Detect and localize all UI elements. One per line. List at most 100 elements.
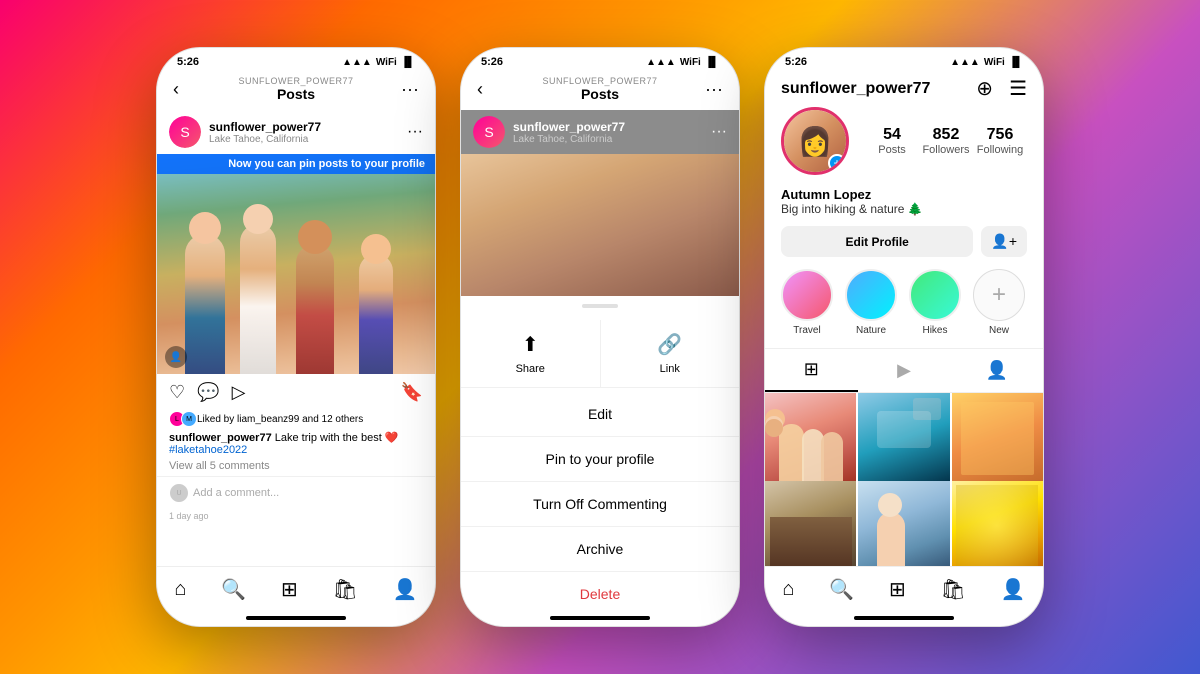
status-time-3: 5:26 — [785, 56, 807, 68]
home-indicator-1 — [246, 616, 346, 620]
back-button-1[interactable]: ‹ — [173, 79, 179, 100]
post-image-1: Now you can pin posts to your profile 👤 — [157, 154, 435, 374]
phone-3: 5:26 ▲▲▲ WiFi ▐▌ sunflower_power77 ⊕ ☰ 👩… — [764, 47, 1044, 627]
back-button-2[interactable]: ‹ — [477, 79, 483, 100]
nav-search-3[interactable]: 🔍 — [829, 577, 854, 602]
nav-profile-3[interactable]: 👤 — [1001, 577, 1026, 602]
signal-icon-2: ▲▲▲ — [646, 57, 676, 68]
status-time-2: 5:26 — [481, 56, 503, 68]
status-bar-2: 5:26 ▲▲▲ WiFi ▐▌ — [461, 48, 739, 72]
phone2-content: 5:26 ▲▲▲ WiFi ▐▌ ‹ SUNFLOWER_POWER77 Pos… — [461, 48, 739, 626]
caption-hashtag-1[interactable]: #laketahoe2022 — [169, 444, 423, 456]
bio-text-3: Big into hiking & nature 🌲 — [781, 202, 1027, 216]
post-user-info-1: sunflower_power77 Lake Tahoe, California — [209, 120, 399, 145]
sheet-top-row-2: ⬆ Share 🔗 Link — [461, 320, 739, 388]
edit-profile-button-3[interactable]: Edit Profile — [781, 226, 973, 257]
nav-title-block-1: SUNFLOWER_POWER77 Posts — [238, 76, 353, 102]
signal-icon-3: ▲▲▲ — [950, 57, 980, 68]
photo-grid-3 — [765, 393, 1043, 566]
tab-grid-3[interactable]: ⊞ — [765, 349, 858, 392]
sheet-archive-button[interactable]: Archive — [461, 527, 739, 572]
more-button-1[interactable]: ··· — [401, 79, 419, 100]
phone-2: 5:26 ▲▲▲ WiFi ▐▌ ‹ SUNFLOWER_POWER77 Pos… — [460, 47, 740, 627]
tab-tagged-3[interactable]: 👤 — [950, 349, 1043, 392]
bio-name-3: Autumn Lopez — [781, 187, 1027, 202]
avatar-plus-icon[interactable]: + — [828, 154, 846, 172]
add-post-icon-3[interactable]: ⊕ — [976, 76, 993, 101]
like-icon-1[interactable]: ♡ — [169, 382, 185, 403]
stat-following-3[interactable]: 756 Following — [973, 126, 1027, 156]
signal-icon-1: ▲▲▲ — [342, 57, 372, 68]
profile-avatar-3[interactable]: 👩 + — [781, 107, 849, 175]
post-location-2: Lake Tahoe, California — [513, 134, 703, 145]
post-more-1[interactable]: ··· — [407, 123, 423, 141]
sheet-delete-button[interactable]: Delete — [461, 572, 739, 616]
modal-image-2 — [461, 154, 739, 296]
post-avatar-1[interactable]: S — [169, 116, 201, 148]
grid-item-5[interactable] — [858, 481, 949, 567]
story-hikes-3[interactable]: Hikes — [909, 269, 961, 336]
stat-followers-3[interactable]: 852 Followers — [919, 126, 973, 156]
share-icon-1[interactable]: ▷ — [232, 382, 246, 403]
nav-reels-3[interactable]: ⊞ — [889, 577, 906, 602]
nav-shop-1[interactable]: 🛍 — [333, 577, 358, 602]
view-comments-1[interactable]: View all 5 comments — [157, 460, 435, 476]
post-header-2: S sunflower_power77 Lake Tahoe, Californ… — [461, 110, 739, 154]
liked-by-1: L M Liked by liam_beanz99 and 12 others — [157, 411, 435, 431]
nav-home-3[interactable]: ⌂ — [782, 578, 794, 601]
comment-icon-1[interactable]: 💬 — [197, 382, 219, 403]
nav-search-1[interactable]: 🔍 — [221, 577, 246, 602]
profile-stats-row-3: 👩 + 54 Posts 852 Followers 756 Following — [765, 107, 1043, 187]
sheet-commenting-button[interactable]: Turn Off Commenting — [461, 482, 739, 527]
status-icons-2: ▲▲▲ WiFi ▐▌ — [646, 57, 719, 68]
sheet-pin-button[interactable]: Pin to your profile — [461, 437, 739, 482]
story-circle-hikes-3 — [909, 269, 961, 321]
post-more-2: ··· — [711, 123, 727, 141]
discover-icon-3: 👤+ — [991, 233, 1017, 249]
nav-header-1: ‹ SUNFLOWER_POWER77 Posts ··· — [157, 72, 435, 110]
story-travel-3[interactable]: Travel — [781, 269, 833, 336]
story-new-3[interactable]: + New — [973, 269, 1025, 336]
sheet-link-label: Link — [660, 363, 680, 375]
nav-shop-3[interactable]: 🛍 — [941, 577, 966, 602]
menu-icon-3[interactable]: ☰ — [1009, 76, 1027, 101]
sheet-share-label: Share — [516, 363, 545, 375]
story-nature-3[interactable]: Nature — [845, 269, 897, 336]
status-bar-1: 5:26 ▲▲▲ WiFi ▐▌ — [157, 48, 435, 72]
profile-bio-3: Autumn Lopez Big into hiking & nature 🌲 — [765, 187, 1043, 226]
sheet-link-button[interactable]: 🔗 Link — [601, 320, 740, 387]
tab-reels-3[interactable]: ▶ — [858, 349, 951, 392]
home-indicator-2 — [550, 616, 650, 620]
status-icons-3: ▲▲▲ WiFi ▐▌ — [950, 57, 1023, 68]
bottom-sheet-2: ⬆ Share 🔗 Link Edit Pin to your profile … — [461, 296, 739, 616]
stat-followers-count-3: 852 — [919, 126, 973, 144]
post-username-1[interactable]: sunflower_power77 — [209, 120, 399, 134]
caption-username-1[interactable]: sunflower_power77 — [169, 432, 272, 444]
nav-reels-1[interactable]: ⊞ — [281, 577, 298, 602]
bottom-nav-3: ⌂ 🔍 ⊞ 🛍 👤 — [765, 566, 1043, 616]
grid-item-2[interactable] — [858, 393, 949, 484]
profile-username-3[interactable]: sunflower_power77 — [781, 80, 930, 98]
more-button-2[interactable]: ··· — [705, 79, 723, 100]
user-tag-icon-1: 👤 — [165, 346, 187, 368]
battery-icon-3: ▐▌ — [1009, 57, 1023, 68]
grid-item-1[interactable] — [765, 393, 856, 484]
story-label-travel-3: Travel — [793, 325, 820, 336]
grid-item-3[interactable] — [952, 393, 1043, 484]
liked-avatars-1: L M — [169, 411, 193, 427]
grid-item-4[interactable] — [765, 481, 856, 567]
nav-profile-1[interactable]: 👤 — [393, 577, 418, 602]
sheet-handle-2 — [582, 304, 618, 308]
stat-posts-3[interactable]: 54 Posts — [865, 126, 919, 156]
story-label-nature-3: Nature — [856, 325, 886, 336]
caption-text-1: Lake trip with the best ❤️ — [275, 432, 399, 444]
nav-home-1[interactable]: ⌂ — [174, 578, 186, 601]
grid-item-6[interactable] — [952, 481, 1043, 567]
sheet-share-button[interactable]: ⬆ Share — [461, 320, 601, 387]
wifi-icon-2: WiFi — [680, 57, 701, 68]
post-user-info-2: sunflower_power77 Lake Tahoe, California — [513, 120, 703, 145]
sheet-edit-button[interactable]: Edit — [461, 392, 739, 437]
discover-people-button-3[interactable]: 👤+ — [981, 226, 1027, 257]
bookmark-icon-1[interactable]: 🔖 — [401, 382, 423, 403]
add-comment-1[interactable]: U Add a comment... — [157, 476, 435, 509]
